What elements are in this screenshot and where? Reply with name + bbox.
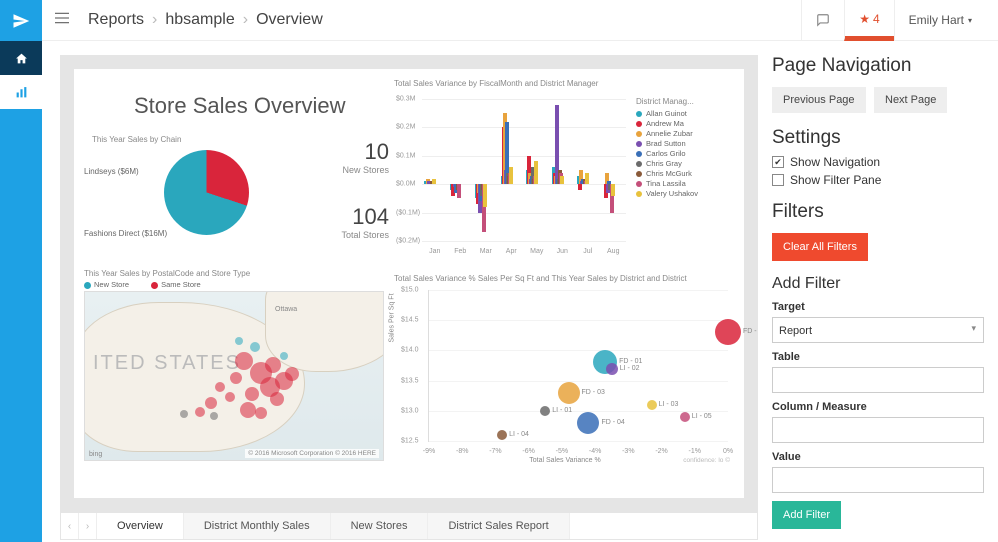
kpi-label: New Stores (324, 165, 389, 175)
settings-panel: Page Navigation Previous Page Next Page … (772, 55, 984, 540)
field-label: Target (772, 301, 984, 313)
kpi-number: 104 (324, 204, 389, 230)
nav-home-icon[interactable] (0, 41, 42, 75)
scatter-chart[interactable]: Total Sales Variance % Sales Per Sq Ft a… (394, 274, 736, 464)
panel-heading: Add Filter (772, 275, 984, 293)
map-label: ITED STATES (93, 352, 241, 375)
legend-item: Same Store (161, 280, 201, 289)
favorites-count: 4 (873, 12, 880, 26)
map-legend: New Store Same Store (84, 280, 384, 289)
chevron-right-icon: › (243, 11, 248, 29)
kpi-total-stores: 104 Total Stores (324, 204, 389, 240)
menu-toggle-icon[interactable] (54, 11, 74, 30)
topbar: Reports › hbsample › Overview ★4 Emily H… (42, 0, 998, 41)
panel-heading: Filters (772, 201, 984, 223)
legend-header: District Manag... (636, 97, 736, 106)
map-city-label: Ottawa (275, 306, 297, 313)
pie-slice-label: Fashions Direct ($16M) (84, 229, 167, 238)
left-sidebar (0, 0, 42, 542)
map-chart[interactable]: This Year Sales by PostalCode and Store … (84, 269, 384, 469)
report-tabs: ‹ › Overview District Monthly Sales New … (60, 512, 758, 540)
bar-chart[interactable]: Total Sales Variance by FiscalMonth and … (394, 79, 736, 259)
panel-heading: Page Navigation (772, 55, 984, 77)
previous-page-button[interactable]: Previous Page (772, 87, 866, 113)
legend: District Manag... Allan GuinotAndrew MaA… (636, 97, 736, 199)
chart-caption: This Year Sales by PostalCode and Store … (84, 269, 384, 278)
chart-caption: Total Sales Variance by FiscalMonth and … (394, 79, 736, 88)
confidence-label: confidence: lo © (683, 457, 730, 464)
field-label: Column / Measure (772, 401, 984, 413)
table-input[interactable] (772, 367, 984, 393)
axis-label: Total Sales Variance % (529, 457, 600, 464)
favorites-button[interactable]: ★4 (844, 0, 893, 41)
breadcrumb-item[interactable]: hbsample (165, 11, 234, 29)
tab-new-stores[interactable]: New Stores (331, 513, 429, 539)
next-page-button[interactable]: Next Page (874, 87, 947, 113)
user-name: Emily Hart (909, 13, 964, 27)
value-input[interactable] (772, 467, 984, 493)
pie-chart[interactable]: This Year Sales by Chain Lindseys ($6M) … (84, 129, 304, 235)
nav-reports-icon[interactable] (0, 75, 42, 109)
legend-item: New Store (94, 280, 129, 289)
add-filter-button[interactable]: Add Filter (772, 501, 841, 529)
breadcrumb-item[interactable]: Reports (88, 11, 144, 29)
breadcrumb-item: Overview (256, 11, 323, 29)
chart-caption: This Year Sales by Chain (84, 129, 304, 150)
chevron-right-icon: › (152, 11, 157, 29)
clear-filters-button[interactable]: Clear All Filters (772, 233, 868, 261)
target-select[interactable]: Report (772, 317, 984, 343)
chart-caption: Total Sales Variance % Sales Per Sq Ft a… (394, 274, 736, 283)
kpi-label: Total Stores (324, 230, 389, 240)
field-label: Table (772, 351, 984, 363)
breadcrumb: Reports › hbsample › Overview (88, 11, 323, 29)
map-attribution: © 2016 Microsoft Corporation © 2016 HERE (245, 449, 379, 458)
kpi-new-stores: 10 New Stores (324, 139, 389, 175)
axis-label: Sales Per Sq Ft (389, 293, 396, 342)
tab-district-sales[interactable]: District Sales Report (428, 513, 569, 539)
show-filter-pane-checkbox[interactable] (772, 174, 784, 186)
tab-prev-icon[interactable]: ‹ (61, 513, 79, 539)
report-canvas: Store Sales Overview This Year Sales by … (60, 55, 758, 512)
tab-next-icon[interactable]: › (79, 513, 97, 539)
brand-logo-icon[interactable] (0, 0, 42, 41)
field-label: Value (772, 451, 984, 463)
kpi-number: 10 (324, 139, 389, 165)
checkbox-label: Show Navigation (790, 155, 880, 169)
tab-overview[interactable]: Overview (97, 513, 184, 539)
chevron-down-icon: ▾ (968, 16, 972, 25)
column-input[interactable] (772, 417, 984, 443)
panel-heading: Settings (772, 127, 984, 149)
show-navigation-checkbox[interactable]: ✔ (772, 156, 784, 168)
report-title: Store Sales Overview (134, 93, 346, 119)
chat-icon[interactable] (801, 0, 844, 41)
checkbox-label: Show Filter Pane (790, 173, 881, 187)
tab-district-monthly[interactable]: District Monthly Sales (184, 513, 331, 539)
user-menu[interactable]: Emily Hart ▾ (894, 0, 986, 41)
pie-slice-label: Lindseys ($6M) (84, 167, 139, 176)
map-attribution: bing (89, 451, 102, 458)
star-icon: ★ (859, 12, 870, 26)
